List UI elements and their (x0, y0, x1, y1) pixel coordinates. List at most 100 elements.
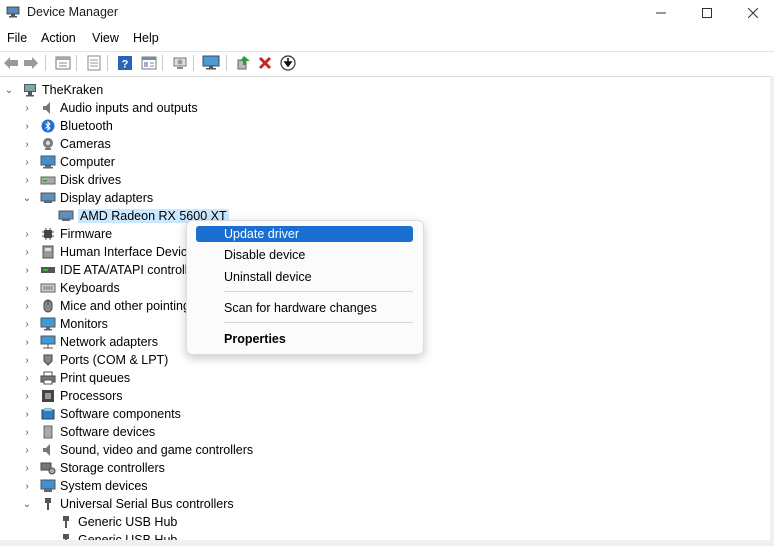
camera-icon (40, 136, 56, 152)
chevron-right-icon[interactable]: › (22, 261, 32, 279)
mouse-icon (40, 298, 56, 314)
category-label: Sound, video and game controllers (60, 443, 254, 457)
chevron-right-icon[interactable]: › (22, 459, 32, 477)
context-separator (224, 322, 413, 323)
chevron-right-icon[interactable]: › (22, 153, 32, 171)
status-strip (0, 540, 774, 546)
tree-category[interactable]: › Computer (22, 153, 115, 171)
category-label: Computer (60, 155, 115, 169)
computer-icon (40, 154, 56, 170)
system-icon (40, 478, 56, 494)
chevron-right-icon[interactable]: › (22, 171, 32, 189)
tree-category[interactable]: › Disk drives (22, 171, 121, 189)
chevron-right-icon[interactable]: › (22, 225, 32, 243)
chevron-right-icon[interactable]: › (22, 315, 32, 333)
context-update-driver[interactable]: Update driver (196, 226, 413, 242)
network-icon (40, 334, 56, 350)
category-label: Monitors (60, 317, 108, 331)
menu-help[interactable]: Help (133, 31, 159, 45)
processor-icon (40, 388, 56, 404)
close-icon (748, 8, 758, 18)
tree-category[interactable]: › Software components (22, 405, 181, 423)
list-icon[interactable] (85, 54, 103, 72)
tree-device[interactable]: Generic USB Hub (58, 513, 177, 531)
menu-file[interactable]: File (7, 31, 27, 45)
context-properties[interactable]: Properties (196, 331, 413, 347)
ide-icon (40, 262, 56, 278)
chevron-right-icon[interactable]: › (22, 135, 32, 153)
tree-category[interactable]: › Storage controllers (22, 459, 165, 477)
monitor-icon[interactable] (202, 54, 220, 72)
update-driver-icon[interactable] (234, 54, 252, 72)
tree-category[interactable]: › System devices (22, 477, 147, 495)
chevron-right-icon[interactable]: › (22, 441, 32, 459)
tree-category[interactable]: › Ports (COM & LPT) (22, 351, 168, 369)
context-disable-device[interactable]: Disable device (196, 247, 413, 263)
category-label: Mice and other pointing (60, 299, 190, 313)
help-icon[interactable]: ? (116, 54, 134, 72)
chevron-right-icon[interactable]: › (22, 351, 32, 369)
chevron-right-icon[interactable]: › (22, 387, 32, 405)
tree-root-label: TheKraken (42, 83, 104, 97)
tree-category[interactable]: › Print queues (22, 369, 130, 387)
port-icon (40, 352, 56, 368)
tree-category[interactable]: › IDE ATA/ATAPI controlle (22, 261, 195, 279)
tree-category[interactable]: › Cameras (22, 135, 110, 153)
forward-arrow-icon[interactable] (22, 54, 40, 72)
tree-category[interactable]: › Software devices (22, 423, 155, 441)
maximize-button[interactable] (684, 0, 730, 26)
tree-category[interactable]: › Mice and other pointing (22, 297, 190, 315)
vertical-scrollbar[interactable] (770, 76, 774, 540)
chevron-right-icon[interactable]: › (22, 243, 32, 261)
menu-view[interactable]: View (92, 31, 119, 45)
title-bar: Device Manager (0, 0, 774, 26)
device-label: Generic USB Hub (78, 515, 178, 529)
chevron-right-icon[interactable]: › (22, 423, 32, 441)
context-item-label: Uninstall device (224, 270, 312, 284)
context-uninstall-device[interactable]: Uninstall device (196, 269, 413, 285)
back-arrow-icon[interactable] (2, 54, 20, 72)
tree-category[interactable]: › Audio inputs and outputs (22, 99, 197, 117)
chevron-right-icon[interactable]: › (22, 369, 32, 387)
view-icon[interactable] (140, 54, 158, 72)
tree-category[interactable]: › Bluetooth (22, 117, 113, 135)
device-manager-app-icon (6, 6, 20, 18)
disk-icon (40, 172, 56, 188)
tree-category[interactable]: ⌄ Universal Serial Bus controllers (22, 495, 234, 513)
download-icon[interactable] (279, 54, 297, 72)
tree-category[interactable]: › Network adapters (22, 333, 158, 351)
scan-hardware-icon[interactable] (171, 54, 189, 72)
bluetooth-icon (40, 118, 56, 134)
tree-category[interactable]: › Keyboards (22, 279, 119, 297)
context-menu: Update driver Disable device Uninstall d… (186, 220, 424, 355)
tree-category[interactable]: ⌄ Display adapters (22, 189, 153, 207)
chevron-right-icon[interactable]: › (22, 279, 32, 297)
close-button[interactable] (730, 0, 774, 26)
chevron-down-icon[interactable]: ⌄ (22, 189, 32, 207)
chevron-down-icon[interactable]: ⌄ (22, 495, 32, 513)
uninstall-icon[interactable] (256, 54, 274, 72)
category-label: IDE ATA/ATAPI controlle (60, 263, 195, 277)
tree-category[interactable]: › Monitors (22, 315, 108, 333)
chevron-right-icon[interactable]: › (22, 333, 32, 351)
chevron-right-icon[interactable]: › (22, 117, 32, 135)
chevron-right-icon[interactable]: › (22, 405, 32, 423)
tree-category[interactable]: › Processors (22, 387, 122, 405)
properties-icon[interactable] (54, 54, 72, 72)
tree-category[interactable]: › Human Interface Device (22, 243, 194, 261)
tree-root[interactable]: ⌄ TheKraken (4, 81, 103, 99)
chevron-right-icon[interactable]: › (22, 297, 32, 315)
chevron-down-icon[interactable]: ⌄ (4, 81, 14, 99)
context-scan-hardware[interactable]: Scan for hardware changes (196, 300, 413, 316)
firmware-icon (40, 226, 56, 242)
menu-action[interactable]: Action (41, 31, 76, 45)
chevron-right-icon[interactable]: › (22, 477, 32, 495)
computer-host-icon (22, 82, 38, 98)
context-item-label: Update driver (224, 227, 300, 241)
toolbar: ? (0, 51, 774, 74)
tree-category[interactable]: › Sound, video and game controllers (22, 441, 253, 459)
chevron-right-icon[interactable]: › (22, 99, 32, 117)
tree-category[interactable]: › Firmware (22, 225, 112, 243)
minimize-button[interactable] (638, 0, 684, 26)
context-item-label: Disable device (224, 248, 306, 262)
